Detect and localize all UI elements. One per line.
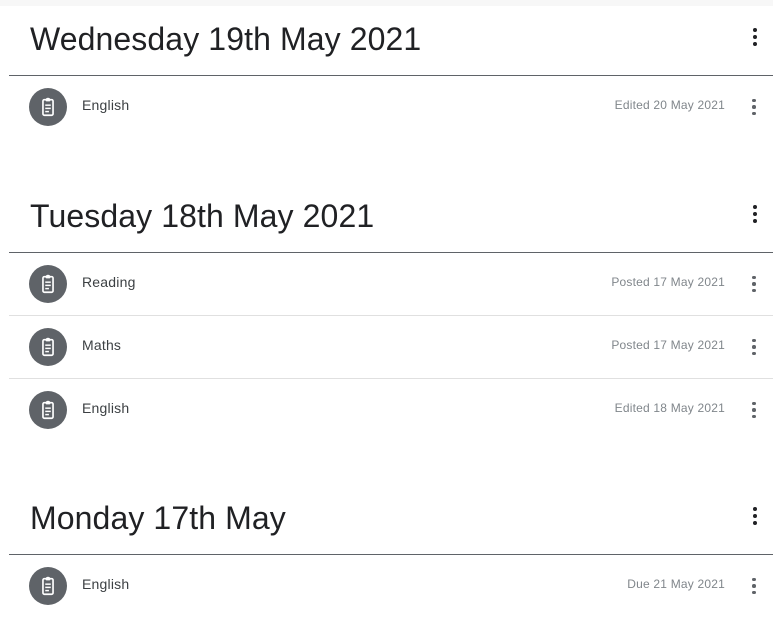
classwork-item[interactable]: Maths Posted 17 May 2021 <box>9 316 773 379</box>
assignment-icon <box>29 567 67 605</box>
item-title[interactable]: Maths <box>82 337 121 353</box>
classwork-item[interactable]: English Due 21 May 2021 <box>9 555 773 617</box>
clipboard-icon <box>42 400 54 420</box>
topic-title: Tuesday 18th May 2021 <box>30 198 375 234</box>
assignment-icon <box>29 328 67 366</box>
item-more-options-icon[interactable] <box>742 272 766 296</box>
item-title[interactable]: English <box>82 576 129 592</box>
topic-section: Monday 17th May English Due 21 May 2021 <box>9 486 773 617</box>
item-date: Edited 20 May 2021 <box>614 98 725 112</box>
topic-header: Wednesday 19th May 2021 <box>9 7 773 76</box>
clipboard-icon <box>42 337 54 357</box>
assignment-icon <box>29 391 67 429</box>
topic-header: Tuesday 18th May 2021 <box>9 184 773 253</box>
topic-header: Monday 17th May <box>9 486 773 555</box>
item-more-options-icon[interactable] <box>742 335 766 359</box>
topic-more-options-icon[interactable] <box>743 25 767 49</box>
classwork-item[interactable]: English Edited 18 May 2021 <box>9 379 773 441</box>
item-more-options-icon[interactable] <box>742 574 766 598</box>
assignment-icon <box>29 265 67 303</box>
item-title[interactable]: English <box>82 400 129 416</box>
clipboard-icon <box>42 576 54 596</box>
classwork-item[interactable]: Reading Posted 17 May 2021 <box>9 253 773 316</box>
classwork-item[interactable]: English Edited 20 May 2021 <box>9 76 773 138</box>
top-edge-bar <box>0 0 773 6</box>
item-title[interactable]: Reading <box>82 274 136 290</box>
item-title[interactable]: English <box>82 97 129 113</box>
clipboard-icon <box>42 97 54 117</box>
clipboard-icon <box>42 274 54 294</box>
item-more-options-icon[interactable] <box>742 95 766 119</box>
item-date: Posted 17 May 2021 <box>611 275 725 289</box>
item-date: Due 21 May 2021 <box>627 577 725 591</box>
topic-title: Monday 17th May <box>30 500 286 536</box>
topic-section: Wednesday 19th May 2021 English Edited 2… <box>9 7 773 138</box>
topic-title: Wednesday 19th May 2021 <box>30 21 422 57</box>
topic-section: Tuesday 18th May 2021 Reading Posted 17 … <box>9 184 773 441</box>
item-more-options-icon[interactable] <box>742 398 766 422</box>
item-date: Posted 17 May 2021 <box>611 338 725 352</box>
assignment-icon <box>29 88 67 126</box>
item-date: Edited 18 May 2021 <box>614 401 725 415</box>
topic-more-options-icon[interactable] <box>743 202 767 226</box>
topic-more-options-icon[interactable] <box>743 504 767 528</box>
